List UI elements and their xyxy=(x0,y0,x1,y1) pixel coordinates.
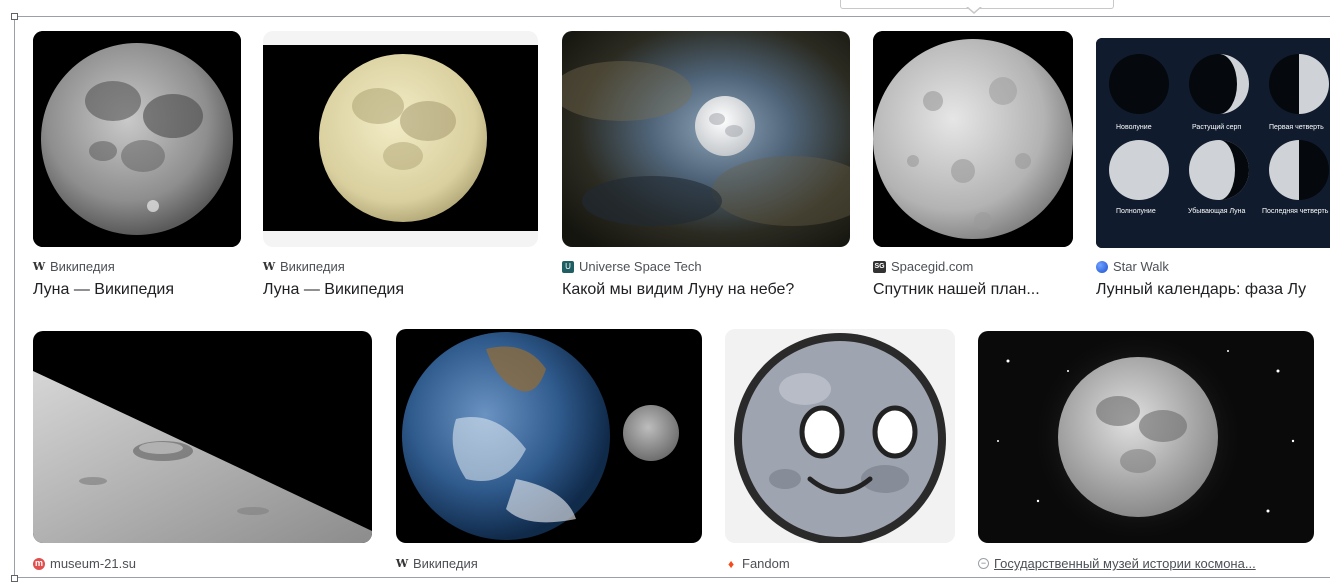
source-label: Universe Space Tech xyxy=(579,259,702,274)
museum-21-icon: m xyxy=(33,557,45,570)
moon-clouds-thumbnail[interactable] xyxy=(562,31,850,247)
earth-moon-thumbnail[interactable] xyxy=(396,329,702,543)
result-source[interactable]: m museum-21.su xyxy=(33,556,136,571)
moon-thumbnail[interactable] xyxy=(33,31,241,247)
moon-phases-image xyxy=(1096,38,1330,248)
yellow-moon-image xyxy=(263,45,538,231)
result-title[interactable]: Луна — Википедия xyxy=(33,281,241,299)
image-result-card[interactable]: W Википедия xyxy=(396,329,702,576)
source-label: Википедия xyxy=(280,259,345,274)
universe-space-tech-icon: U xyxy=(562,260,574,273)
result-source[interactable]: W Википедия xyxy=(33,259,115,274)
moon-thumbnail[interactable] xyxy=(263,31,538,247)
minus-circle-icon: − xyxy=(978,558,989,569)
image-result-card[interactable]: U Universe Space Tech Какой мы видим Лун… xyxy=(562,31,850,301)
wikipedia-icon: W xyxy=(395,557,409,570)
phase-label-waning: Убывающая Луна xyxy=(1188,208,1246,215)
frame-handle-bottom-left[interactable] xyxy=(11,575,18,582)
result-title[interactable]: Луна — Википедия xyxy=(263,281,538,299)
source-label: Википедия xyxy=(50,259,115,274)
earth-moon-image xyxy=(396,329,702,543)
source-label: Spacegid.com xyxy=(891,259,974,274)
image-result-card[interactable]: ♦ Fandom xyxy=(725,329,955,576)
wikipedia-icon: W xyxy=(262,260,276,273)
result-source[interactable]: U Universe Space Tech xyxy=(562,259,702,274)
result-title[interactable]: Спутник нашей план... xyxy=(873,281,1073,299)
moon-thumbnail[interactable] xyxy=(873,31,1073,247)
result-title[interactable]: Лунный календарь: фаза Лу xyxy=(1096,281,1330,299)
phase-label-last-quarter: Последняя четверть xyxy=(1262,208,1329,215)
fandom-flame-icon: ♦ xyxy=(727,556,735,571)
moon-stars-image xyxy=(978,331,1314,543)
source-label: Star Walk xyxy=(1113,259,1169,274)
image-result-card[interactable]: W Википедия Луна — Википедия xyxy=(263,31,538,301)
result-source[interactable]: W Википедия xyxy=(396,556,478,571)
lunar-surface-image xyxy=(33,331,372,543)
frame-handle-top-left[interactable] xyxy=(11,13,18,20)
star-walk-globe-icon xyxy=(1096,260,1108,273)
source-label: museum-21.su xyxy=(50,556,136,571)
phase-label-full: Полнолуние xyxy=(1116,208,1156,215)
moon-clouds-image xyxy=(562,31,850,247)
tooltip-arrow xyxy=(966,6,982,14)
image-result-card[interactable]: − Государственный музей истории космона.… xyxy=(978,331,1314,576)
cartoon-moon-thumbnail[interactable] xyxy=(725,329,955,543)
result-source[interactable]: ♦ Fandom xyxy=(725,556,790,571)
spacegid-icon: SG xyxy=(873,260,886,273)
result-source[interactable]: W Википедия xyxy=(263,259,345,274)
phase-label-new: Новолуние xyxy=(1116,124,1152,131)
image-result-card[interactable]: SG Spacegid.com Спутник нашей план... xyxy=(873,31,1073,301)
cartoon-moon-image xyxy=(734,333,946,543)
phase-label-first-quarter: Первая четверть xyxy=(1269,124,1324,131)
moon-image xyxy=(33,31,241,247)
image-result-card[interactable]: Новолуние Растущий серп Первая четверть … xyxy=(1096,31,1330,301)
result-source[interactable]: Star Walk xyxy=(1096,259,1169,274)
moon-stars-thumbnail[interactable] xyxy=(978,331,1314,543)
image-result-card[interactable]: m museum-21.su xyxy=(33,331,372,576)
result-source[interactable]: − Государственный музей истории космона.… xyxy=(978,556,1256,571)
moon-phases-thumbnail[interactable]: Новолуние Растущий серп Первая четверть … xyxy=(1096,38,1330,248)
source-label: Fandom xyxy=(742,556,790,571)
result-title[interactable]: Какой мы видим Луну на небе? xyxy=(562,281,850,299)
source-label: Государственный музей истории космона... xyxy=(994,556,1256,571)
image-result-card[interactable]: W Википедия Луна — Википедия xyxy=(33,31,241,301)
source-label: Википедия xyxy=(413,556,478,571)
detailed-moon-image xyxy=(873,31,1073,247)
wikipedia-icon: W xyxy=(32,260,46,273)
lunar-surface-thumbnail[interactable] xyxy=(33,331,372,543)
phase-label-waxing-crescent: Растущий серп xyxy=(1192,124,1242,131)
result-source[interactable]: SG Spacegid.com xyxy=(873,259,973,274)
